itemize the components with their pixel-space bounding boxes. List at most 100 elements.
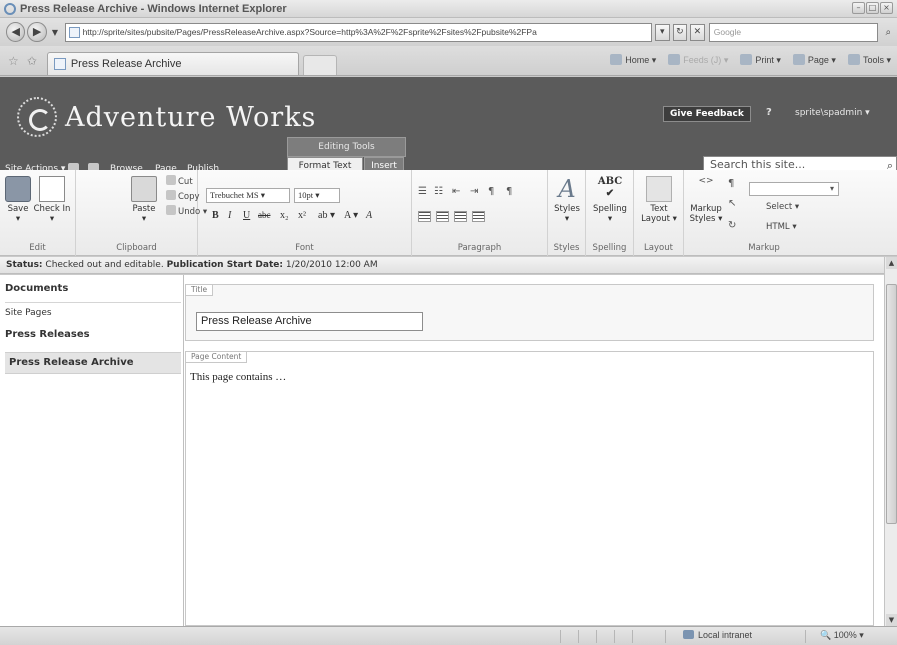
text-layout-button[interactable]: Text Layout ▾ xyxy=(640,176,678,224)
check-in-button[interactable]: Check In ▾ xyxy=(32,176,72,224)
add-favorites-icon[interactable]: ✩ xyxy=(27,54,37,68)
clipboard-group-label: Clipboard xyxy=(116,243,157,253)
edit-group-label: Edit xyxy=(29,243,46,253)
decrease-indent-icon[interactable]: ⇤ xyxy=(452,186,460,197)
styles-icon: A xyxy=(558,175,576,203)
stop-icon[interactable]: ✕ xyxy=(690,23,705,41)
feeds-icon xyxy=(668,54,681,65)
page-menu-button[interactable]: Page ▾ xyxy=(792,54,836,66)
convert-icon[interactable]: ↻ xyxy=(728,220,736,231)
status-divider xyxy=(665,630,666,643)
home-button[interactable]: Home ▾ xyxy=(610,54,656,66)
content-divider xyxy=(183,275,184,626)
address-field[interactable]: http://sprite/sites/pubsite/Pages/PressR… xyxy=(64,22,652,42)
markup-styles-button[interactable]: <> Markup Styles ▾ xyxy=(688,176,724,224)
ribbon-group-markup: <> Markup Styles ▾ ¶ ↖ ↻ ▾ Select ▾ HTML… xyxy=(684,170,844,256)
page-icon xyxy=(53,58,66,70)
align-right-icon[interactable] xyxy=(454,211,467,222)
styles-button[interactable]: A Styles ▾ xyxy=(551,176,583,224)
page-content-editor[interactable]: Page Content This page contains … xyxy=(185,351,874,626)
zoom-level-button[interactable]: 🔍 100% ▾ xyxy=(820,630,864,641)
select-button[interactable]: Select ▾ xyxy=(766,202,799,212)
status-divider xyxy=(560,630,561,643)
browser-search-input[interactable]: Google xyxy=(708,22,878,42)
markup-language-select[interactable]: ▾ xyxy=(749,182,839,196)
help-icon[interactable]: ? xyxy=(766,107,772,118)
refresh-icon[interactable]: ↻ xyxy=(672,23,688,41)
quick-launch-press-releases[interactable]: Press Releases xyxy=(5,329,90,340)
save-button[interactable]: Save ▾ xyxy=(4,176,32,224)
ribbon-group-spelling: ABC ✔ Spelling ▾ Spelling xyxy=(586,170,634,256)
quick-launch-documents[interactable]: Documents xyxy=(5,283,68,294)
page-icon xyxy=(792,54,805,65)
maximize-button[interactable]: □ xyxy=(866,2,879,14)
publication-date-value: 1/20/2010 12:00 AM xyxy=(285,260,378,270)
recent-pages-dropdown-icon[interactable]: ▼ xyxy=(52,28,62,37)
status-label: Status: xyxy=(6,260,43,270)
forward-button[interactable]: ▶ xyxy=(27,22,47,42)
pointer-icon[interactable]: ↖ xyxy=(728,198,736,209)
language-icon[interactable]: ¶ xyxy=(728,178,734,189)
scroll-down-icon[interactable]: ▼ xyxy=(886,614,897,626)
rtl-icon[interactable]: ¶ xyxy=(506,186,512,197)
print-button[interactable]: Print ▾ xyxy=(740,54,781,66)
quick-launch-site-pages[interactable]: Site Pages xyxy=(5,308,52,318)
close-button[interactable]: × xyxy=(880,2,893,14)
site-header: Adventure Works Give Feedback ? sprite\s… xyxy=(0,77,897,175)
new-tab-button[interactable] xyxy=(302,55,337,75)
copy-button[interactable]: Copy xyxy=(166,190,200,202)
page-icon xyxy=(68,26,80,38)
font-color-button[interactable]: A ▾ xyxy=(344,210,358,221)
site-logo[interactable]: Adventure Works xyxy=(17,97,316,137)
security-zone[interactable]: Local intranet xyxy=(683,630,752,640)
italic-button[interactable]: I xyxy=(228,210,231,221)
feeds-button[interactable]: Feeds (J) ▾ xyxy=(668,54,728,66)
superscript-button[interactable]: x² xyxy=(298,210,306,221)
bold-button[interactable]: B xyxy=(212,210,219,221)
strikethrough-button[interactable]: abc xyxy=(258,210,271,220)
address-dropdown-icon[interactable]: ▾ xyxy=(654,23,670,41)
title-input[interactable]: Press Release Archive xyxy=(196,312,423,331)
command-bar: Home ▾ Feeds (J) ▾ Print ▾ Page ▾ Tools … xyxy=(610,54,891,66)
scroll-thumb[interactable] xyxy=(886,284,897,524)
back-button[interactable]: ◀ xyxy=(6,22,26,42)
scroll-up-icon[interactable]: ▲ xyxy=(886,257,897,269)
editing-tools-context: Editing Tools xyxy=(287,137,406,157)
numbered-list-icon[interactable]: ☷ xyxy=(434,186,443,197)
user-menu[interactable]: sprite\spadmin ▾ xyxy=(795,108,870,118)
ribbon-group-layout: Text Layout ▾ Layout xyxy=(634,170,684,256)
tools-menu-button[interactable]: Tools ▾ xyxy=(847,54,891,66)
increase-indent-icon[interactable]: ⇥ xyxy=(470,186,478,197)
url-text: http://sprite/sites/pubsite/Pages/PressR… xyxy=(82,27,537,37)
underline-button[interactable]: U xyxy=(243,210,250,221)
vertical-scrollbar[interactable]: ▲ ▼ xyxy=(884,257,897,626)
html-button[interactable]: HTML ▾ xyxy=(766,222,797,232)
page-content-text[interactable]: This page contains … xyxy=(190,371,286,383)
clear-format-icon[interactable]: A xyxy=(366,210,372,221)
page-content-zone-label: Page Content xyxy=(185,351,248,363)
ltr-icon[interactable]: ¶ xyxy=(488,186,494,197)
status-divider xyxy=(578,630,579,643)
minimize-button[interactable]: – xyxy=(852,2,865,14)
favorites-star-icon[interactable]: ☆ xyxy=(8,54,19,68)
undo-icon xyxy=(166,205,176,215)
highlight-color-button[interactable]: ab ▾ xyxy=(318,210,335,221)
spelling-group-label: Spelling xyxy=(592,243,627,253)
subscript-button[interactable]: x₂ xyxy=(280,210,289,221)
font-name-select[interactable]: Trebuchet MS ▾ xyxy=(206,188,290,203)
font-size-select[interactable]: 10pt ▾ xyxy=(294,188,340,203)
quick-launch-press-release-archive[interactable]: Press Release Archive xyxy=(5,352,181,374)
paste-button[interactable]: Paste ▾ xyxy=(130,176,158,224)
browser-tab-active[interactable]: Press Release Archive xyxy=(46,52,299,75)
ribbon-group-styles: A Styles ▾ Styles xyxy=(548,170,586,256)
search-icon[interactable]: ⌕ xyxy=(880,24,897,41)
ribbon: Save ▾ Check In ▾ Edit Paste ▾ Cut Copy … xyxy=(0,170,897,256)
spelling-button[interactable]: ABC ✔ Spelling ▾ xyxy=(590,176,630,224)
cut-button[interactable]: Cut xyxy=(166,175,193,187)
align-left-icon[interactable] xyxy=(418,211,431,222)
justify-icon[interactable] xyxy=(472,211,485,222)
align-center-icon[interactable] xyxy=(436,211,449,222)
bullet-list-icon[interactable]: ☰ xyxy=(418,186,427,197)
give-feedback-button[interactable]: Give Feedback xyxy=(663,106,751,122)
ribbon-group-font: Trebuchet MS ▾ 10pt ▾ B I U abc x₂ x² ab… xyxy=(198,170,412,256)
